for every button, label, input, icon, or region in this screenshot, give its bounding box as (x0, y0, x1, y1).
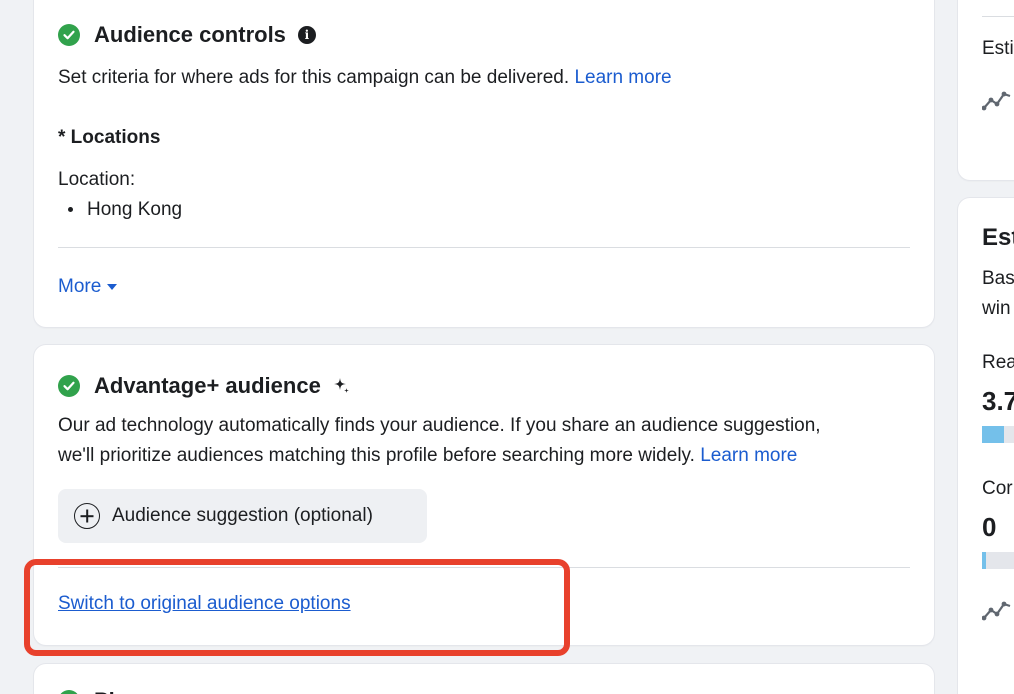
check-circle-icon (58, 690, 80, 694)
audience-controls-title: Audience controls (94, 22, 286, 47)
location-name: Hong Kong (87, 199, 183, 220)
check-circle-icon (58, 375, 80, 397)
next-section-title: Pl (94, 688, 115, 694)
conversions-value: 0 (982, 512, 997, 542)
sidebar-estimated-results-card: Est Bas win Rea 3.7 Cor 0 (958, 198, 1014, 694)
next-section-card: Pl (34, 664, 934, 694)
reach-value: 3.7 (982, 386, 1014, 416)
audience-suggestion-button[interactable]: Audience suggestion (optional) (58, 489, 427, 543)
conversions-bar (982, 552, 1014, 569)
advantage-audience-title: Advantage+ audience (94, 373, 321, 398)
based-text-line1: Bas (982, 268, 1014, 289)
info-icon[interactable]: i (297, 26, 316, 44)
location-item: Hong Kong (68, 195, 182, 225)
based-text-line2: win (982, 298, 1011, 319)
conversions-bar-fill (982, 552, 986, 569)
bullet-icon (68, 207, 73, 213)
check-circle-icon (58, 24, 80, 46)
sparkle-icon (331, 376, 351, 396)
next-section-header: Pl (58, 688, 115, 694)
advantage-description-line2: we'll prioritize audiences matching this… (58, 441, 797, 471)
more-label: More (58, 276, 102, 297)
more-dropdown[interactable]: More (58, 276, 118, 298)
advantage-description-line1: Our ad technology automatically finds yo… (58, 415, 821, 436)
trend-icon (982, 91, 1011, 111)
divider (58, 247, 910, 248)
audience-controls-header: Audience controls i (58, 22, 316, 48)
estimated-results-title: Est (982, 224, 1014, 251)
description-text: we'll prioritize audiences matching this… (58, 445, 695, 466)
location-label: Location: (58, 169, 136, 190)
learn-more-link[interactable]: Learn more (574, 67, 671, 88)
reach-bar (982, 426, 1014, 443)
reach-bar-fill (982, 426, 1004, 443)
caret-down-icon (107, 284, 118, 290)
highlight-annotation (24, 559, 570, 656)
audience-controls-card: Audience controls i Set criteria for whe… (34, 0, 934, 327)
trend-icon (982, 601, 1011, 621)
description-text: Set criteria for where ads for this camp… (58, 67, 570, 88)
locations-heading: * Locations (58, 127, 161, 148)
plus-circle-icon (74, 503, 100, 529)
audience-controls-description: Set criteria for where ads for this camp… (58, 63, 672, 93)
audience-suggestion-label: Audience suggestion (optional) (112, 505, 373, 526)
learn-more-link[interactable]: Learn more (700, 445, 797, 466)
advantage-audience-header: Advantage+ audience (58, 373, 351, 399)
conversions-label: Cor (982, 478, 1013, 499)
sidebar-estimate-card: Esti (958, 0, 1014, 180)
reach-label: Rea (982, 352, 1014, 373)
estimate-label: Esti (982, 38, 1014, 59)
divider (982, 16, 1014, 17)
